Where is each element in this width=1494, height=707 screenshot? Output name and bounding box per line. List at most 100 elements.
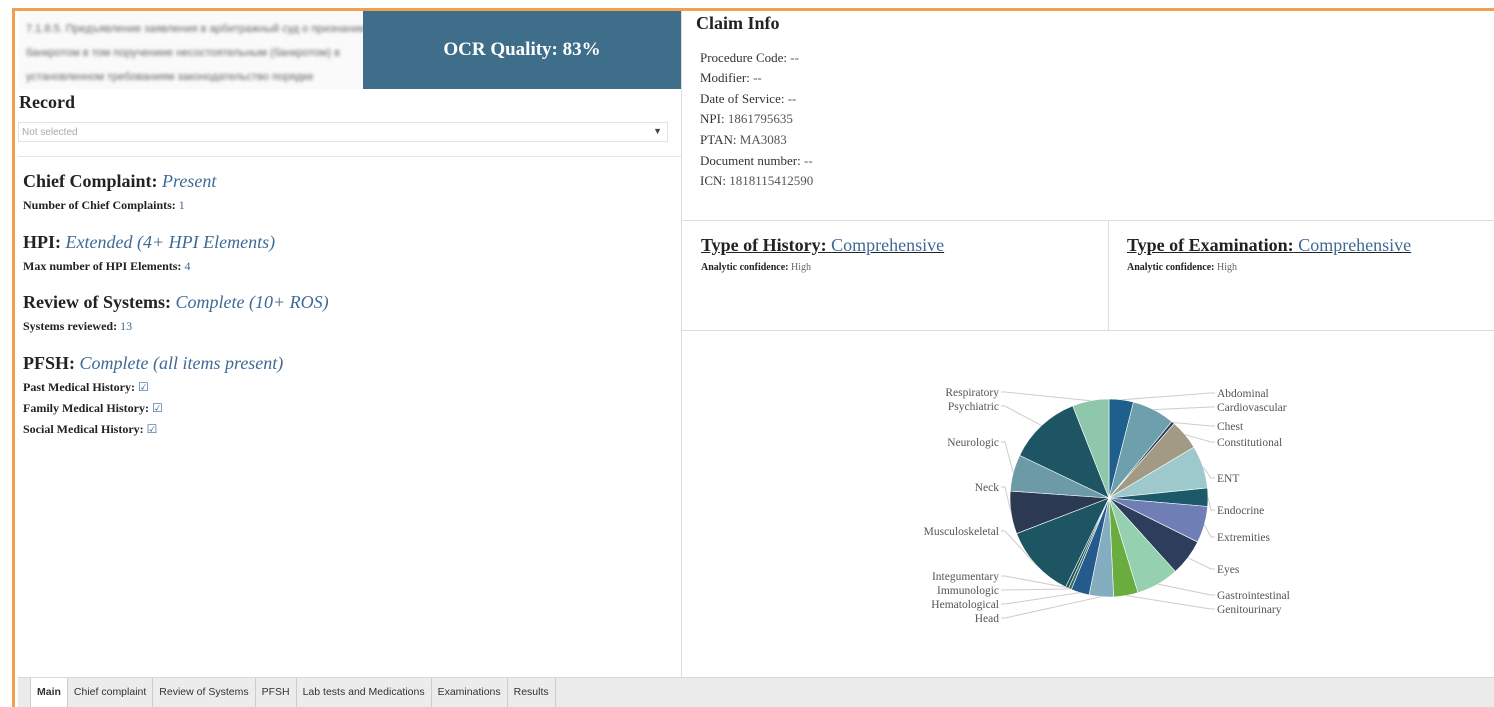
pie-leader-line bbox=[1001, 592, 1081, 605]
claim-procedure-code: Procedure Code: -- bbox=[700, 50, 799, 66]
pfsh-title: PFSH: bbox=[23, 353, 75, 373]
pie-leader-line bbox=[1187, 557, 1215, 570]
examination-type-link[interactable]: Type of Examination: Comprehensive bbox=[1127, 235, 1411, 256]
pie-label-integumentary: Integumentary bbox=[932, 571, 999, 583]
tab-examinations[interactable]: Examinations bbox=[431, 678, 508, 707]
systems-pie-chart: Abdominal Cardiovascular Chest Constitution… bbox=[924, 387, 1290, 625]
chief-complaint-count: Number of Chief Complaints: 1 bbox=[23, 198, 185, 213]
ros-heading: Review of Systems: Complete (10+ ROS) bbox=[23, 292, 329, 313]
history-type-link[interactable]: Type of History: Comprehensive bbox=[701, 235, 944, 256]
claim-document-number: Document number: -- bbox=[700, 153, 813, 169]
chief-complaint-title: Chief Complaint: bbox=[23, 171, 158, 191]
record-select[interactable]: Not selected ▼ bbox=[18, 122, 668, 142]
pie-leader-line bbox=[1207, 497, 1215, 511]
hpi-heading: HPI: Extended (4+ HPI Elements) bbox=[23, 232, 275, 253]
chief-complaint-heading: Chief Complaint: Present bbox=[23, 171, 216, 192]
thumbnail-line: 7.1.8.5. Предъявление заявления в арбитр… bbox=[26, 23, 363, 35]
checkbox-checked-icon: ☑ bbox=[137, 380, 149, 394]
tab-lab-tests-and-medications[interactable]: Lab tests and Medications bbox=[296, 678, 432, 707]
hpi-elements: Max number of HPI Elements: 4 bbox=[23, 259, 190, 274]
history-type-value: Comprehensive bbox=[831, 235, 945, 255]
pie-label-ent: ENT bbox=[1217, 473, 1239, 485]
claim-icn: ICN: 1818115412590 bbox=[700, 173, 813, 189]
pie-label-head: Head bbox=[975, 613, 1000, 625]
tab-chief-complaint[interactable]: Chief complaint bbox=[67, 678, 154, 707]
hpi-title: HPI: bbox=[23, 232, 61, 252]
pie-leader-line bbox=[1172, 421, 1215, 427]
pie-label-constitutional: Constitutional bbox=[1217, 437, 1282, 449]
pfsh-heading: PFSH: Complete (all items present) bbox=[23, 353, 283, 374]
pie-leader-line bbox=[1001, 588, 1070, 591]
confidence-value: High bbox=[1217, 262, 1237, 273]
claim-ptan: PTAN: MA3083 bbox=[700, 132, 787, 148]
claim-value: -- bbox=[803, 153, 813, 168]
pie-label-neurologic: Neurologic bbox=[947, 437, 999, 449]
ros-title: Review of Systems: bbox=[23, 292, 171, 312]
document-thumbnail[interactable]: 7.1.8.5. Предъявление заявления в арбитр… bbox=[18, 11, 363, 89]
tab-review-of-systems[interactable]: Review of Systems bbox=[153, 678, 256, 707]
pie-label-musculoskeletal: Musculoskeletal bbox=[924, 526, 999, 538]
pie-leader-line bbox=[1157, 583, 1215, 596]
record-title: Record bbox=[19, 92, 75, 112]
claim-label: PTAN: bbox=[700, 132, 737, 147]
pie-leader-line bbox=[1001, 441, 1014, 473]
pie-label-immunologic: Immunologic bbox=[937, 585, 999, 597]
claim-label: ICN: bbox=[700, 173, 726, 188]
family-medical-history-label: Family Medical History: bbox=[23, 401, 149, 415]
social-medical-history: Social Medical History: ☑ bbox=[23, 422, 157, 437]
pie-label-genitourinary: Genitourinary bbox=[1217, 604, 1282, 616]
claim-npi: NPI: 1861795635 bbox=[700, 111, 793, 127]
pie-label-eyes: Eyes bbox=[1217, 564, 1240, 576]
checkbox-checked-icon: ☑ bbox=[146, 422, 158, 436]
thumbnail-line: банкротом в том порученииe несостоятельн… bbox=[26, 47, 340, 59]
pie-leader-line bbox=[1001, 391, 1091, 402]
examination-type-title: Type of Examination: bbox=[1127, 235, 1294, 255]
systems-reviewed-value: 13 bbox=[120, 319, 133, 333]
pie-leader-line bbox=[1001, 405, 1042, 427]
pie-leader-line bbox=[1001, 486, 1012, 513]
systems-reviewed: Systems reviewed: 13 bbox=[23, 319, 132, 334]
record-select-value: Not selected bbox=[22, 127, 78, 138]
family-medical-history: Family Medical History: ☑ bbox=[23, 401, 163, 416]
claim-value: 1861795635 bbox=[727, 111, 793, 126]
claim-label: Modifier: bbox=[700, 70, 750, 85]
social-medical-history-label: Social Medical History: bbox=[23, 422, 144, 436]
pie-leader-line bbox=[1121, 392, 1215, 401]
claim-modifier: Modifier: -- bbox=[700, 70, 762, 86]
chevron-down-icon: ▼ bbox=[653, 126, 662, 136]
claim-value: -- bbox=[790, 50, 799, 65]
past-medical-history: Past Medical History: ☑ bbox=[23, 380, 149, 395]
chief-complaint-value: Present bbox=[162, 171, 217, 191]
pie-label-neck: Neck bbox=[975, 482, 1000, 494]
tab-main[interactable]: Main bbox=[30, 678, 68, 707]
confidence-label: Analytic confidence: bbox=[1127, 262, 1215, 273]
tab-results[interactable]: Results bbox=[507, 678, 556, 707]
hpi-elements-label: Max number of HPI Elements: bbox=[23, 259, 182, 273]
pie-leader-line bbox=[1001, 596, 1102, 619]
pie-leader-line bbox=[1125, 595, 1215, 610]
bottom-tab-bar: Main Chief complaint Review of Systems P… bbox=[18, 677, 1494, 707]
pie-label-respiratory: Respiratory bbox=[945, 387, 999, 399]
chief-complaint-count-value: 1 bbox=[178, 198, 185, 212]
ocr-quality-badge: OCR Quality: 83% bbox=[363, 11, 681, 89]
divider bbox=[682, 220, 1494, 221]
claim-label: Date of Service: bbox=[700, 91, 785, 106]
divider bbox=[1108, 221, 1109, 330]
claim-label: Procedure Code: bbox=[700, 50, 788, 65]
claim-value: 1818115412590 bbox=[729, 173, 814, 188]
examination-type-value: Comprehensive bbox=[1298, 235, 1412, 255]
claim-label: NPI: bbox=[700, 111, 725, 126]
chief-complaint-count-label: Number of Chief Complaints: bbox=[23, 198, 176, 212]
divider bbox=[18, 156, 681, 157]
examination-confidence: Analytic confidence: High bbox=[1127, 262, 1237, 273]
pie-label-chest: Chest bbox=[1217, 421, 1244, 433]
confidence-label: Analytic confidence: bbox=[701, 262, 789, 273]
hpi-elements-value: 4 bbox=[184, 259, 191, 273]
thumbnail-line: установленном требованиям законодательст… bbox=[26, 71, 314, 83]
claim-value: MA3083 bbox=[739, 132, 787, 147]
tab-pfsh[interactable]: PFSH bbox=[255, 678, 297, 707]
pie-label-cardiovascular: Cardiovascular bbox=[1217, 402, 1287, 414]
history-confidence: Analytic confidence: High bbox=[701, 262, 811, 273]
pie-label-psychiatric: Psychiatric bbox=[948, 401, 999, 413]
history-type-title: Type of History: bbox=[701, 235, 827, 255]
